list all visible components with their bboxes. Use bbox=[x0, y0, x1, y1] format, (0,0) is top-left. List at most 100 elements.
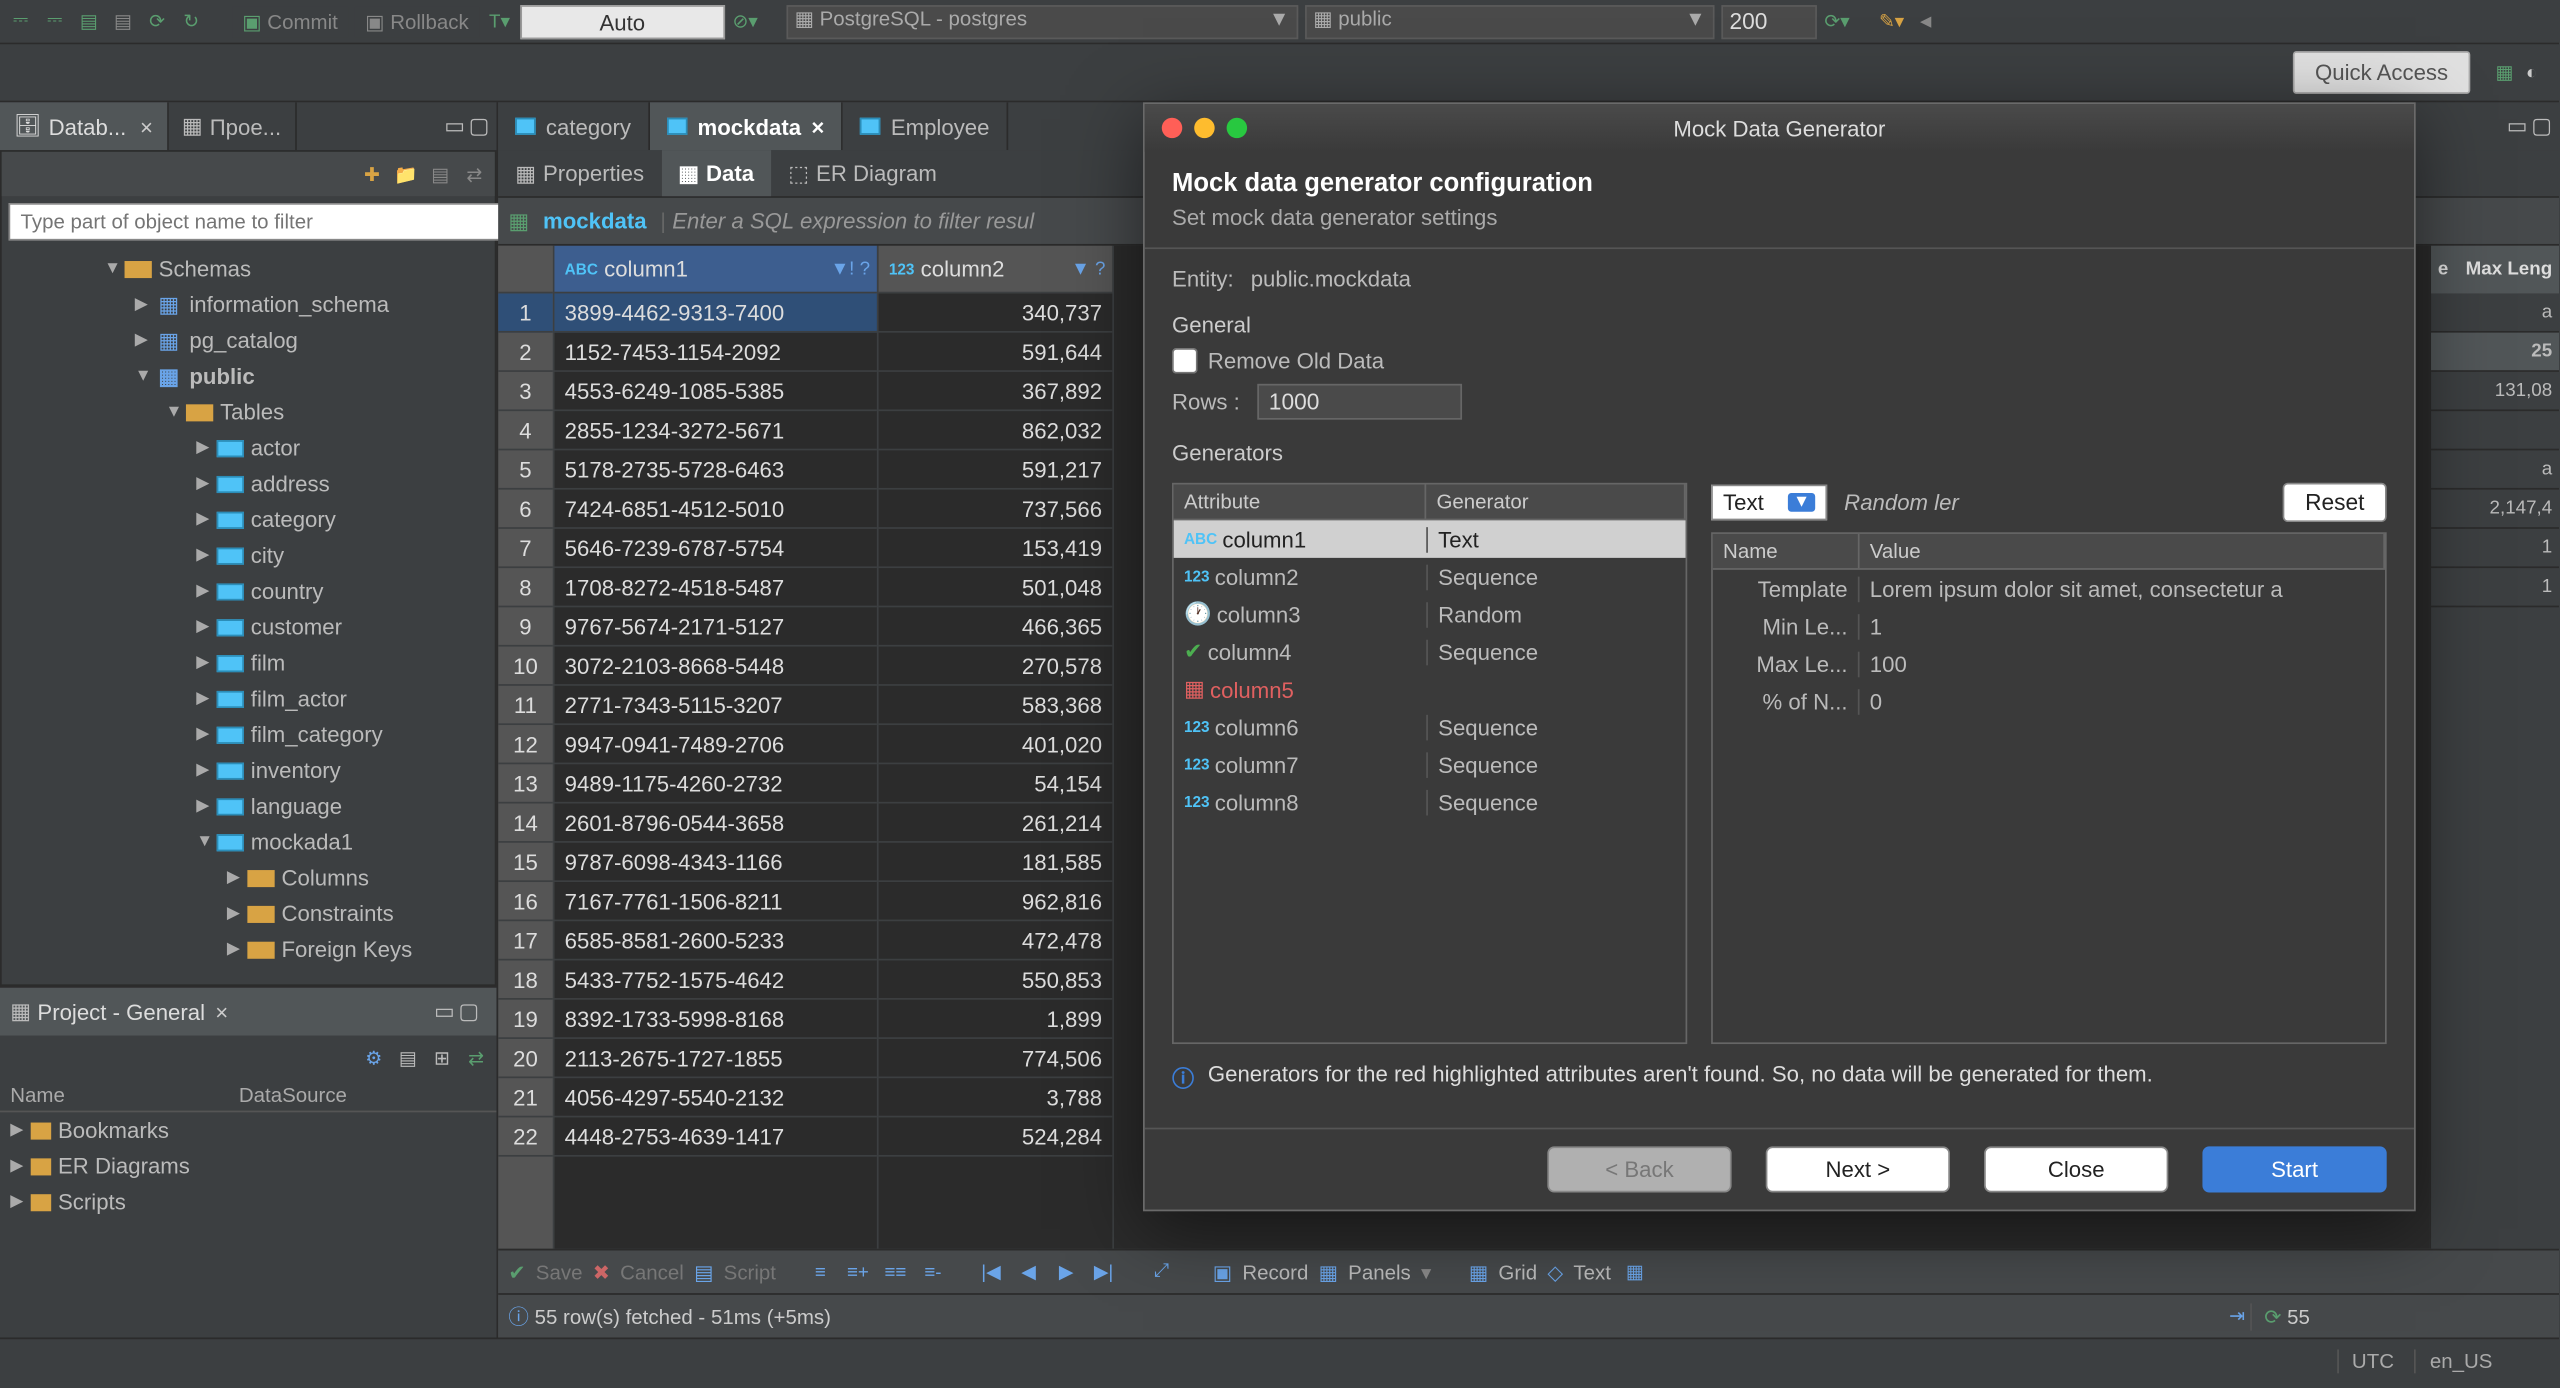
close-button[interactable]: Close bbox=[1984, 1146, 2168, 1192]
link-icon[interactable]: ⇄ bbox=[461, 160, 488, 187]
text-mode-button[interactable]: Text bbox=[1573, 1260, 1611, 1284]
table-name-label: mockdata bbox=[529, 208, 660, 234]
chart-icon[interactable]: ▦ bbox=[1621, 1258, 1648, 1285]
panels-button[interactable]: Panels bbox=[1348, 1260, 1411, 1284]
tab-category[interactable]: category bbox=[498, 102, 650, 150]
rollback-button[interactable]: ▣ Rollback bbox=[355, 6, 479, 37]
pencil-icon[interactable]: ✎▾ bbox=[1878, 8, 1905, 35]
minimize-icon[interactable]: ▭ bbox=[434, 998, 455, 1025]
back-button[interactable]: < Back bbox=[1547, 1146, 1731, 1192]
maximize-icon[interactable]: ▢ bbox=[458, 998, 479, 1025]
generators-table[interactable]: AttributeGenerator ABCcolumn1Text123colu… bbox=[1172, 483, 1687, 1044]
dialog-heading: Mock data generator configuration bbox=[1172, 169, 2387, 198]
plug-icon-2[interactable]: ⎓ bbox=[41, 8, 68, 35]
next-icon[interactable]: ▶ bbox=[1052, 1258, 1079, 1285]
tx-icon[interactable]: T▾ bbox=[486, 8, 513, 35]
refresh-icon[interactable]: ⟳ bbox=[143, 8, 170, 35]
rows-icon[interactable]: ≡ bbox=[807, 1258, 834, 1285]
next-button[interactable]: Next > bbox=[1766, 1146, 1950, 1192]
generator-name-label: Random ler bbox=[1844, 490, 1959, 516]
row-limit-input[interactable] bbox=[1721, 4, 1817, 38]
info-message: ⓘGenerators for the red highlighted attr… bbox=[1172, 1054, 2387, 1110]
plug-icon[interactable]: ⎓ bbox=[7, 8, 34, 35]
data-grid[interactable]: 12345678910111213141516171819202122 ABC … bbox=[498, 246, 1114, 1249]
tab-employee[interactable]: Employee bbox=[843, 102, 1008, 150]
close-icon[interactable]: × bbox=[140, 113, 153, 139]
dialog-title: Mock Data Generator bbox=[1145, 115, 2414, 141]
add-row-icon[interactable]: ≡+ bbox=[844, 1258, 871, 1285]
generator-type-select[interactable]: Text▼ bbox=[1711, 485, 1827, 521]
filter-expression-input[interactable]: Enter a SQL expression to filter resul bbox=[672, 208, 1034, 234]
gear-icon[interactable]: ⚙ bbox=[360, 1044, 387, 1071]
back-icon[interactable]: ◄ bbox=[1912, 8, 1939, 35]
start-button[interactable]: Start bbox=[2202, 1146, 2386, 1192]
tab-database-navigator[interactable]: 🗄Datab...× bbox=[0, 102, 168, 150]
link-icon[interactable]: ⇄ bbox=[462, 1044, 489, 1071]
first-icon[interactable]: |◀ bbox=[977, 1258, 1004, 1285]
column-header-column1[interactable]: ABC column1▼! ? bbox=[554, 246, 876, 294]
project-item[interactable]: ▶ER Diagrams bbox=[0, 1148, 496, 1184]
expand-icon[interactable]: ⤢ bbox=[1148, 1258, 1175, 1285]
maximize-icon[interactable]: ▢ bbox=[2531, 113, 2552, 140]
filter-icon[interactable]: ▼ ? bbox=[1071, 258, 1105, 278]
remove-old-label: Remove Old Data bbox=[1208, 348, 1384, 374]
arrow-icon[interactable]: ↻ bbox=[177, 8, 204, 35]
tx-mode-select[interactable]: Auto bbox=[520, 4, 725, 38]
entity-value: public.mockdata bbox=[1251, 266, 1411, 292]
minimize-icon[interactable]: ▭ bbox=[444, 113, 465, 140]
minimize-icon[interactable]: ▭ bbox=[2507, 113, 2528, 140]
refresh2-icon[interactable]: ⟳▾ bbox=[1823, 8, 1850, 35]
tab-mockdata[interactable]: mockdata× bbox=[650, 102, 843, 150]
view-icon[interactable]: ▤ bbox=[427, 160, 454, 187]
tree-filter-input[interactable] bbox=[9, 203, 502, 241]
project-item[interactable]: ▶Bookmarks bbox=[0, 1112, 496, 1148]
perspective-icon[interactable]: ▦ bbox=[2491, 59, 2518, 86]
datasource-select[interactable]: ▦ PostgreSQL - postgres▼ bbox=[786, 4, 1298, 38]
sql-icon[interactable]: ▤ bbox=[75, 8, 102, 35]
record-button[interactable]: Record bbox=[1242, 1260, 1308, 1284]
del-row-icon[interactable]: ≡- bbox=[919, 1258, 946, 1285]
project-panel-header: ▦ Project - General × ▭▢ bbox=[0, 988, 496, 1036]
right-properties-panel: eMax Leng a 25 131,08 a 2,147,4 1 1 bbox=[2429, 246, 2559, 1249]
database-tree[interactable]: ▼Schemas ▶▦information_schema ▶▦pg_catal… bbox=[2, 247, 495, 984]
mock-data-generator-dialog: Mock Data Generator Mock data generator … bbox=[1143, 102, 2416, 1211]
general-section: General bbox=[1172, 312, 2387, 338]
folder-icon[interactable]: 📁 bbox=[392, 160, 419, 187]
rows-label: Rows : bbox=[1172, 389, 1240, 415]
close-icon[interactable]: × bbox=[811, 113, 824, 139]
close-icon[interactable]: × bbox=[215, 999, 228, 1025]
dialog-subheading: Set mock data generator settings bbox=[1172, 205, 2387, 231]
filter-icon[interactable]: ▼! ? bbox=[831, 258, 870, 278]
tx-icon-2[interactable]: ⊘▾ bbox=[731, 8, 758, 35]
commit-button[interactable]: ▣ Commit bbox=[232, 6, 348, 37]
column-header-column2[interactable]: 123 column2▼ ? bbox=[879, 246, 1113, 294]
maximize-icon[interactable]: ▢ bbox=[469, 113, 490, 140]
schema-select[interactable]: ▦ public▼ bbox=[1305, 4, 1714, 38]
sql-icon-2[interactable]: ▤ bbox=[109, 8, 136, 35]
subtab-er-diagram[interactable]: ⬚ER Diagram bbox=[771, 150, 954, 196]
new-conn-icon[interactable]: ✚ bbox=[358, 160, 385, 187]
grid-mode-button[interactable]: Grid bbox=[1498, 1260, 1537, 1284]
subtab-properties[interactable]: ▦Properties bbox=[498, 150, 661, 196]
perspective-icon-2[interactable]: ◐ bbox=[2518, 59, 2545, 86]
view-icon[interactable]: ▤ bbox=[394, 1044, 421, 1071]
info-icon: ⓘ bbox=[1172, 1061, 1194, 1093]
dup-row-icon[interactable]: ≡≡ bbox=[882, 1258, 909, 1285]
add-icon[interactable]: ⊞ bbox=[428, 1044, 455, 1071]
rows-input[interactable] bbox=[1257, 384, 1462, 420]
reset-button[interactable]: Reset bbox=[2283, 483, 2387, 522]
last-icon[interactable]: ▶| bbox=[1090, 1258, 1117, 1285]
generator-props-table[interactable]: NameValue TemplateLorem ipsum dolor sit … bbox=[1711, 532, 2387, 1044]
prev-icon[interactable]: ◀ bbox=[1015, 1258, 1042, 1285]
quick-access-button[interactable]: Quick Access bbox=[2293, 51, 2470, 94]
entity-label: Entity: bbox=[1172, 266, 1234, 292]
tab-projects[interactable]: ▦Прое... bbox=[168, 102, 296, 150]
project-item[interactable]: ▶Scripts bbox=[0, 1184, 496, 1220]
access-bar: Quick Access ▦ ◐ bbox=[0, 44, 2559, 102]
dialog-titlebar[interactable]: Mock Data Generator bbox=[1145, 104, 2414, 152]
left-panel-tabs: 🗄Datab...× ▦Прое... ▭▢ bbox=[0, 102, 496, 150]
remove-old-data-checkbox[interactable] bbox=[1172, 348, 1198, 374]
export-icon[interactable]: ⇥ bbox=[2223, 1303, 2250, 1330]
db-toolbar: ✚ 📁 ▤ ⇄ bbox=[2, 152, 495, 196]
subtab-data[interactable]: ▦Data bbox=[661, 150, 771, 196]
